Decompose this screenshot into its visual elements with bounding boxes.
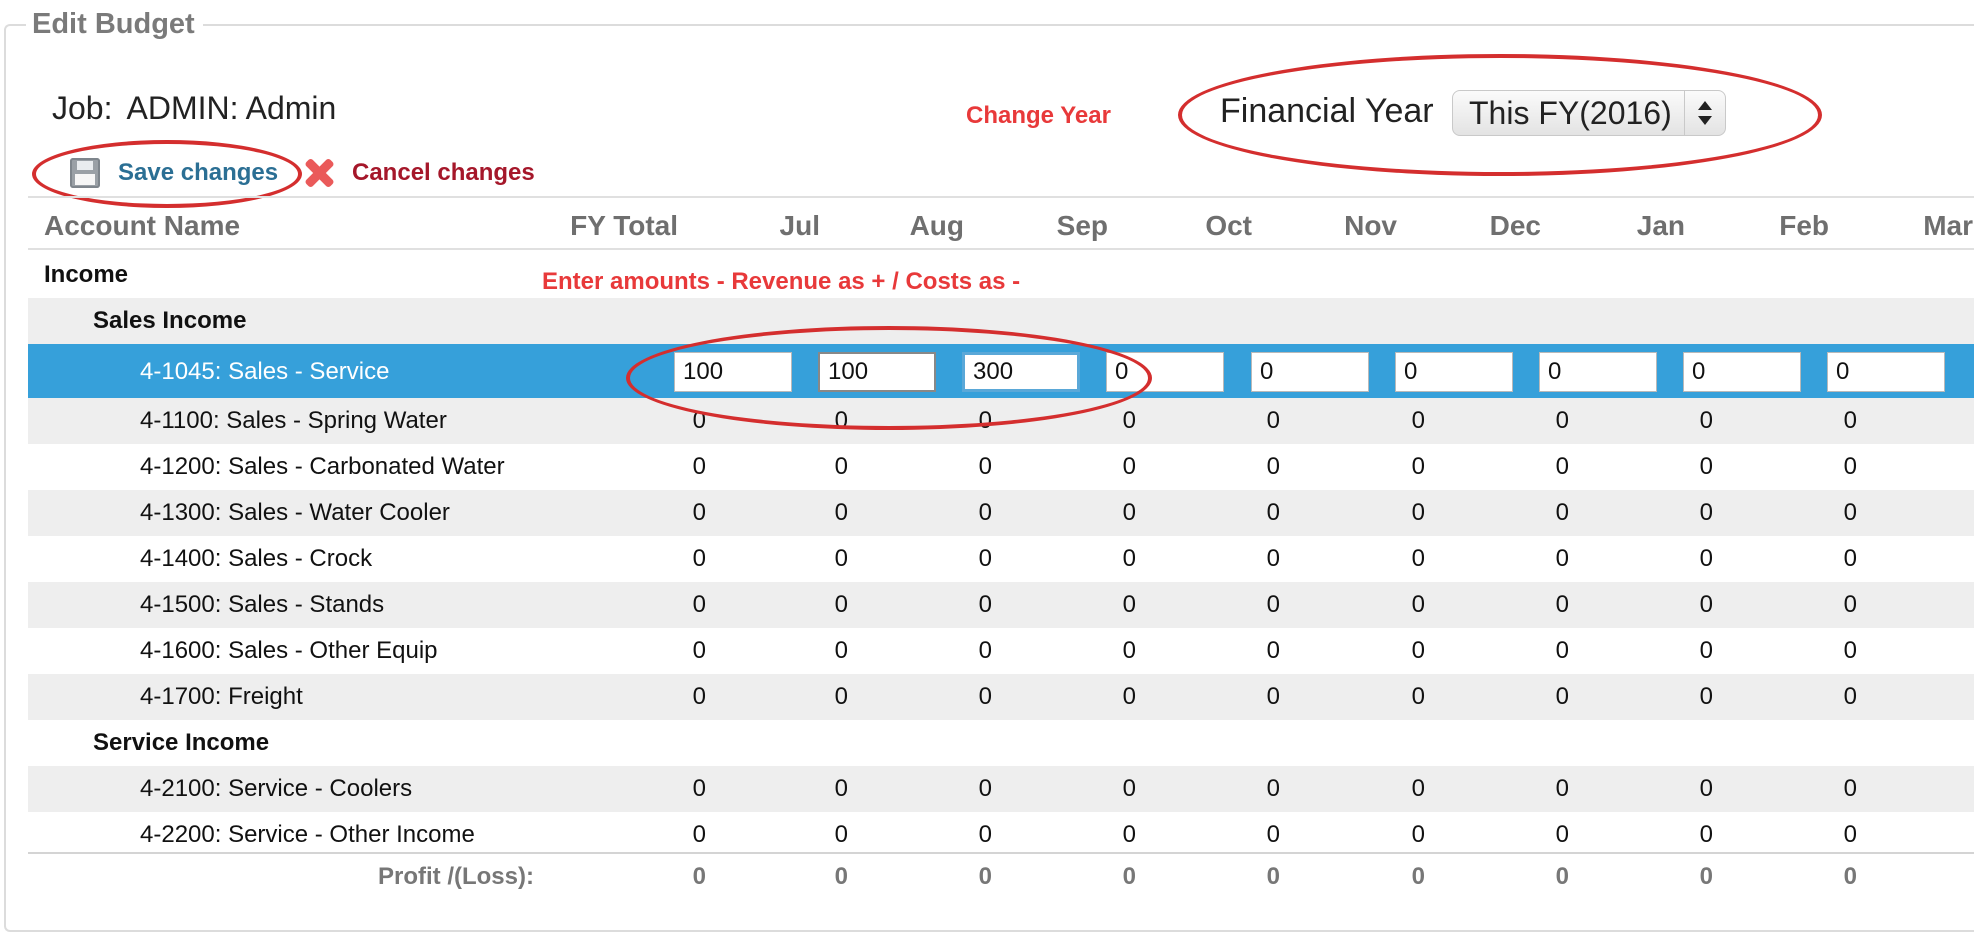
table-row[interactable]: 4-1100: Sales - Spring Water0000000000 [28,398,1974,444]
section-title: Income [44,261,129,288]
amount-cell-mar[interactable]: 0 [1801,545,1974,573]
change-year-annotation: Change Year [966,102,1111,129]
cancel-changes-label: Cancel changes [352,159,535,186]
divider [28,196,1974,198]
account-name: 4-1300: Sales - Water Cooler [140,499,450,526]
divider [28,248,1974,250]
close-icon [302,156,336,190]
amount-input-jan[interactable] [1539,352,1657,392]
amount-cell-mar[interactable]: 0 [1801,775,1974,803]
amount-input-mar[interactable] [1827,352,1945,392]
section-row: Service Income [28,720,1974,766]
amount-cell-mar[interactable]: 0 [1801,499,1974,527]
account-name: 4-1400: Sales - Crock [140,545,373,572]
table-row[interactable]: 4-1700: Freight0000000000 [28,674,1974,720]
profit-loss-cell: 0 [1801,863,1974,891]
amount-input-dec[interactable] [1395,352,1513,392]
financial-year-selected: This FY(2016) [1469,95,1672,131]
account-name: 4-1500: Sales - Stands [140,591,385,618]
save-changes-label: Save changes [118,159,279,186]
amount-input-jul[interactable] [674,352,792,392]
job-value: ADMIN: Admin [126,90,337,126]
account-name: 4-1700: Freight [140,683,303,710]
profit-loss-label: Profit /(Loss): [378,863,534,890]
account-name: 4-1200: Sales - Carbonated Water [140,453,505,480]
amount-cell-mar[interactable]: 0 [1801,821,1974,849]
amount-input-oct[interactable] [1106,352,1224,392]
amount-cell-mar[interactable]: 0 [1801,453,1974,481]
amount-input-aug[interactable] [818,352,936,392]
save-changes-button[interactable]: Save changes [70,158,278,188]
amount-cell-mar[interactable]: 0 [1801,683,1974,711]
amount-input-feb[interactable] [1683,352,1801,392]
table-row[interactable]: 4-2100: Service - Coolers0000000000 [28,766,1974,812]
amount-input-sep[interactable] [962,352,1080,392]
table-row[interactable]: 4-1300: Sales - Water Cooler0000000000 [28,490,1974,536]
job-info: Job: ADMIN: Admin [52,90,336,127]
column-header-mar: Mar [1923,210,1973,241]
financial-year-label: Financial Year [1220,92,1434,130]
account-name: 4-1100: Sales - Spring Water [140,407,447,434]
section-row: Income [28,252,1974,298]
amount-cell-mar[interactable]: 0 [1801,637,1974,665]
amount-input-nov[interactable] [1251,352,1369,392]
table-row[interactable]: 4-1200: Sales - Carbonated Water 0 0 0 0 0 0 0 0… [28,444,1974,490]
table-row[interactable]: 4-1045: Sales - Service0 [28,344,1974,400]
select-arrows-icon [1684,91,1725,135]
cancel-changes-button[interactable]: Cancel changes [302,156,535,190]
section-title: Service Income [93,729,270,756]
table-row[interactable]: 4-1400: Sales - Crock0000000000 [28,536,1974,582]
amount-cell-mar[interactable]: 0 [1801,407,1974,435]
table-row[interactable]: 4-1500: Sales - Stands0000000000 [28,582,1974,628]
job-label: Job: [52,90,113,126]
amount-cell-mar[interactable]: 0 [1801,591,1974,619]
account-name: 4-2200: Service - Other Income [140,821,475,848]
table-row[interactable]: 4-1600: Sales - Other Equip0000000000 [28,628,1974,674]
section-title: Sales Income [93,307,247,334]
panel-title: Edit Budget [26,8,203,41]
column-header-account-name: Account Name [44,210,241,241]
section-row: Sales Income [28,298,1974,344]
account-name: 4-2100: Service - Coolers [140,775,413,802]
financial-year-select[interactable]: This FY(2016) [1452,90,1726,136]
account-name: 4-1045: Sales - Service [140,358,390,385]
profit-loss-row: Profit /(Loss): 0000000000 [28,854,1974,900]
floppy-disk-icon [70,158,100,188]
account-name: 4-1600: Sales - Other Equip [140,637,438,664]
